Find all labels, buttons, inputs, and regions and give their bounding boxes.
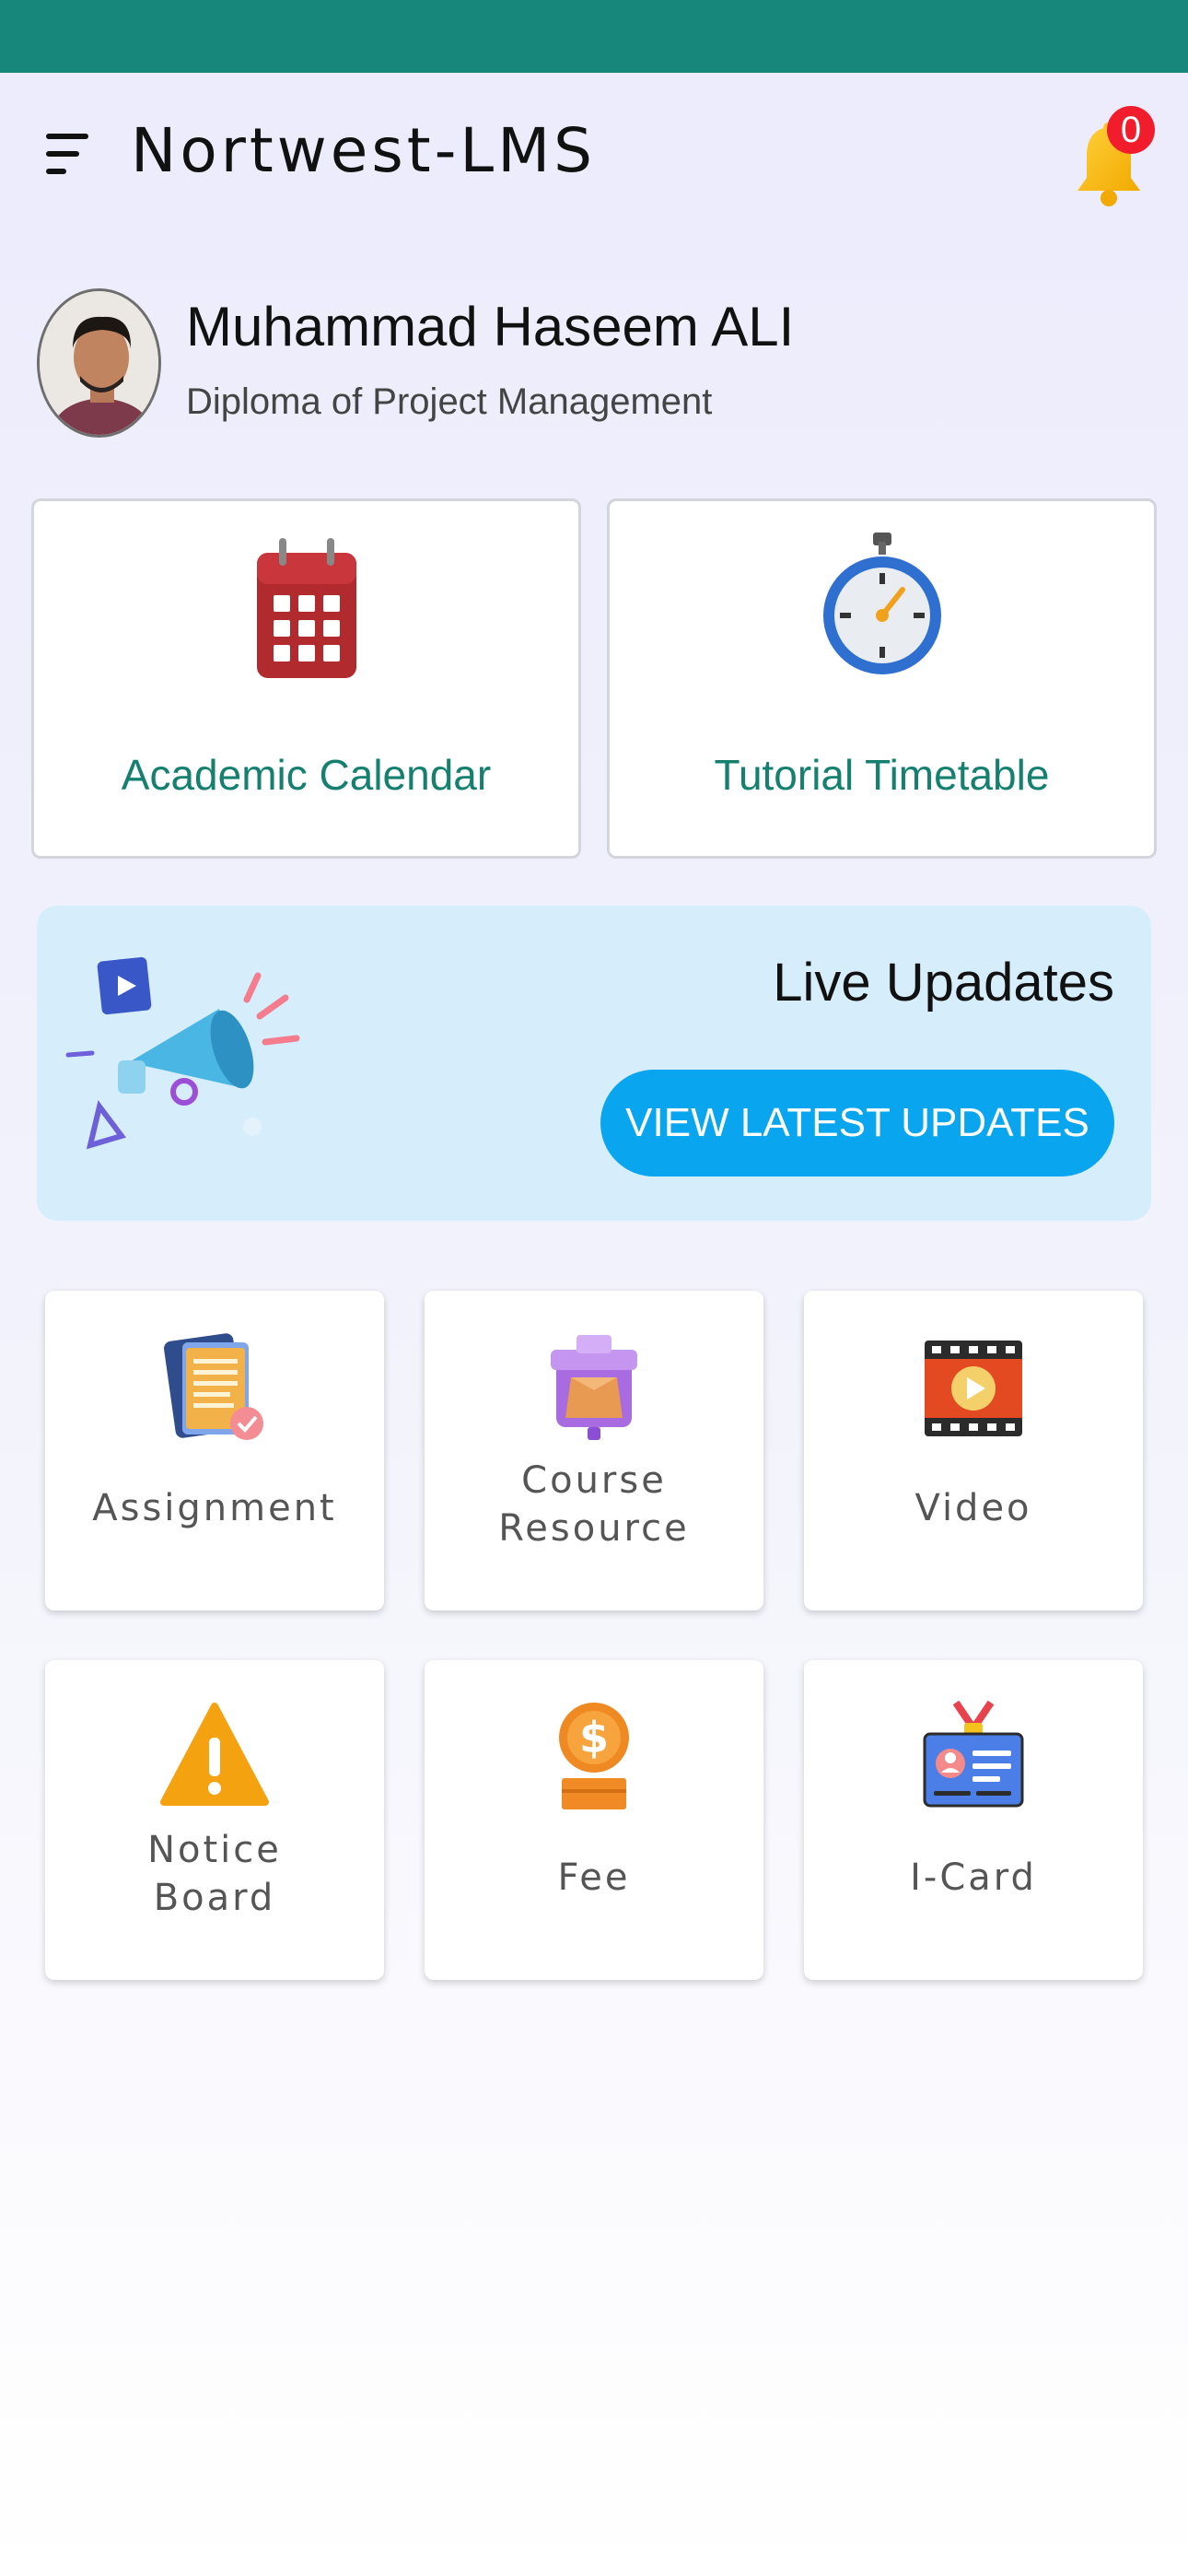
course-resource-tile[interactable]: Course Resource: [425, 1291, 763, 1610]
view-latest-updates-button[interactable]: VIEW LATEST UPDATES: [600, 1070, 1114, 1177]
tutorial-timetable-card[interactable]: Tutorial Timetable: [607, 498, 1157, 859]
video-film-icon: [925, 1341, 1022, 1436]
live-updates-banner: Live Upadates VIEW LATEST UPDATES: [37, 906, 1151, 1221]
megaphone-icon: [65, 956, 300, 1150]
i-card-label: I-Card: [910, 1856, 1037, 1899]
notice-board-tile[interactable]: Notice Board: [45, 1660, 384, 1980]
assignment-label: Assignment: [92, 1487, 337, 1529]
notifications-button[interactable]: 0: [1072, 106, 1155, 206]
notice-board-label: Notice Board: [147, 1829, 282, 1919]
status-bar: [0, 0, 1188, 73]
profile-header: Muhammad Haseem ALI Diploma of Project M…: [37, 286, 1142, 442]
video-tile[interactable]: Video: [804, 1291, 1143, 1610]
academic-calendar-card[interactable]: Academic Calendar: [31, 498, 581, 859]
app-bar: Nortwest-LMS 0: [0, 73, 1188, 239]
fee-tile[interactable]: $ Fee: [425, 1660, 763, 1980]
id-card-icon: [923, 1700, 1024, 1808]
fee-coin-icon: $: [559, 1703, 629, 1809]
video-label: Video: [914, 1487, 1032, 1529]
user-course: Diploma of Project Management: [186, 381, 713, 422]
warning-icon: [160, 1703, 269, 1806]
calendar-icon: [256, 538, 356, 678]
svg-text:$: $: [579, 1713, 609, 1762]
i-card-tile[interactable]: I-Card: [804, 1660, 1143, 1980]
avatar[interactable]: [37, 288, 161, 438]
notification-badge: 0: [1107, 106, 1155, 154]
academic-calendar-label: Academic Calendar: [121, 751, 492, 799]
menu-icon: [46, 134, 88, 139]
user-name: Muhammad Haseem ALI: [186, 296, 795, 357]
fee-label: Fee: [557, 1856, 631, 1899]
menu-button[interactable]: [46, 134, 94, 174]
app-title: Nortwest-LMS: [131, 115, 597, 186]
course-resource-label: Course Resource: [498, 1459, 690, 1550]
course-resource-box-icon: [551, 1335, 637, 1440]
live-updates-title: Live Upadates: [773, 953, 1114, 1013]
assignment-tile[interactable]: Assignment: [45, 1291, 384, 1610]
tutorial-timetable-label: Tutorial Timetable: [714, 751, 1050, 799]
stopwatch-icon: [822, 533, 941, 674]
assignment-icon: [164, 1333, 263, 1440]
